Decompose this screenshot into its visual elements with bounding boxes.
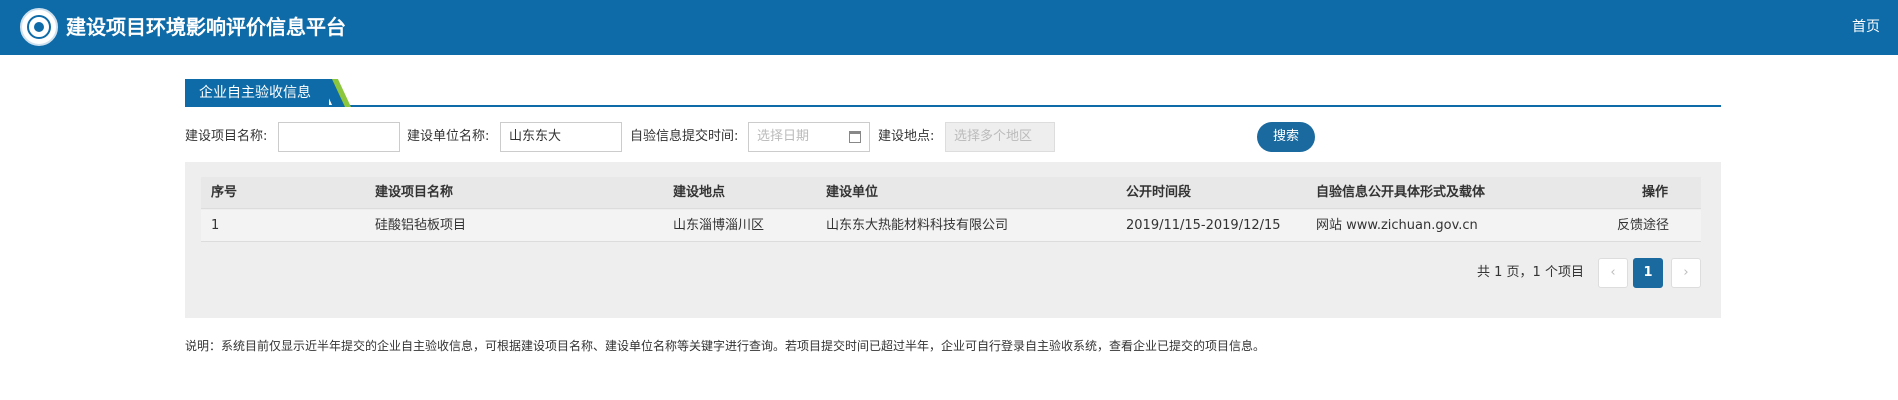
- row-feedback-link[interactable]: 反馈途径: [1617, 218, 1669, 234]
- app-title: 建设项目环境影响评价信息平台: [66, 15, 346, 39]
- column-header-action: 操作: [1642, 185, 1669, 200]
- location-label: 建设地点:: [878, 129, 935, 144]
- column-header-project-name: 建设项目名称: [375, 185, 454, 200]
- row-index: 1: [211, 218, 220, 233]
- column-header-period: 公开时间段: [1126, 185, 1192, 200]
- table-row: 1 硅酸铝毡板项目 山东淄博淄川区 山东东大热能材料科技有限公司 2019/11…: [201, 210, 1701, 242]
- row-location: 山东淄博淄川区: [673, 218, 765, 233]
- search-button[interactable]: 搜索: [1257, 122, 1315, 152]
- row-project-name: 硅酸铝毡板项目: [375, 218, 467, 233]
- unit-name-label: 建设单位名称:: [407, 129, 490, 144]
- footnote-text: 说明：系统目前仅显示近半年提交的企业自主验收信息，可根据建设项目名称、建设单位名…: [185, 339, 1266, 353]
- column-header-disclosure: 自验信息公开具体形式及载体: [1316, 185, 1486, 200]
- results-panel: 序号 建设项目名称 建设地点 建设单位 公开时间段 自验信息公开具体形式及载体 …: [185, 162, 1721, 318]
- top-header-bar: 建设项目环境影响评价信息平台 首页: [0, 0, 1898, 55]
- prev-page-button[interactable]: ‹: [1598, 258, 1628, 288]
- project-name-input[interactable]: [278, 122, 400, 152]
- calendar-icon[interactable]: [849, 131, 861, 143]
- submit-time-label: 自验信息提交时间:: [630, 129, 739, 144]
- location-select[interactable]: 选择多个地区: [945, 122, 1055, 152]
- row-unit: 山东东大热能材料科技有限公司: [826, 218, 1009, 233]
- filter-row: 建设项目名称: 建设单位名称: 山东东大 自验信息提交时间: 选择日期 建设地点…: [185, 122, 1721, 152]
- tab-enterprise-acceptance-info[interactable]: 企业自主验收信息: [185, 79, 329, 107]
- submit-date-picker[interactable]: 选择日期: [748, 122, 870, 152]
- emblem-logo-icon: [20, 8, 58, 46]
- column-header-index: 序号: [211, 185, 238, 200]
- tab-bar: 企业自主验收信息: [185, 79, 1721, 107]
- next-page-button[interactable]: ›: [1671, 258, 1701, 288]
- pagination-summary: 共 1 页，1 个项目: [1477, 265, 1584, 280]
- column-header-location: 建设地点: [673, 185, 726, 200]
- project-name-label: 建设项目名称:: [185, 129, 268, 144]
- submit-date-placeholder: 选择日期: [757, 129, 810, 144]
- row-disclosure: 网站 www.zichuan.gov.cn: [1316, 218, 1478, 233]
- page-1-button[interactable]: 1: [1633, 258, 1663, 288]
- unit-name-input[interactable]: 山东东大: [500, 122, 622, 152]
- row-period: 2019/11/15-2019/12/15: [1126, 218, 1281, 233]
- table-header: 序号 建设项目名称 建设地点 建设单位 公开时间段 自验信息公开具体形式及载体 …: [201, 177, 1701, 209]
- column-header-unit: 建设单位: [826, 185, 879, 200]
- home-link[interactable]: 首页: [1852, 18, 1880, 36]
